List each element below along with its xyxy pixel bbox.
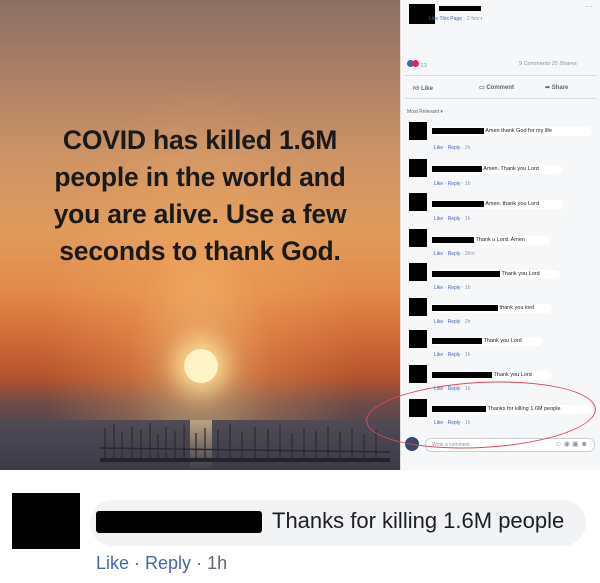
comment-button-label: Comment [486, 85, 515, 91]
commenter-avatar[interactable] [409, 159, 427, 177]
divider [405, 75, 597, 76]
comment-tools-icons[interactable]: ☺◉▣☻ [555, 440, 590, 448]
commenter-avatar[interactable] [409, 298, 427, 316]
comment-actions: Like · Reply · 36m [434, 251, 475, 257]
comment-reply-link[interactable]: Reply [448, 216, 461, 222]
commenter-name-redacted [432, 270, 500, 277]
sun [184, 349, 218, 383]
like-button-label: Like [420, 86, 433, 92]
post-image: COVID has killed 1.6M people in the worl… [0, 0, 400, 470]
zoomed-comment-time: 1h [207, 553, 228, 573]
comment: thank you lord [432, 304, 552, 313]
love-reaction-icon [412, 60, 419, 67]
zoomed-like-link[interactable]: Like [96, 553, 129, 573]
comment-reply-link[interactable]: Reply [448, 319, 461, 325]
comment-text: thank you lord [499, 305, 535, 311]
commenter-avatar[interactable] [409, 229, 427, 247]
comment-actions: Like · Reply · 2h [434, 319, 471, 325]
comment: Thank you Lord [432, 371, 552, 380]
globe-icon: ◐ [480, 16, 484, 22]
like-button[interactable]: 👍︎ Like [413, 84, 433, 92]
comment-time: 1h [464, 216, 471, 222]
comment-time: 2h [464, 319, 471, 325]
thumbs-up-icon: 👍︎ [413, 86, 420, 92]
commenter-name-redacted [432, 304, 498, 311]
comment: Amen. thank you Lord [432, 200, 564, 209]
commenter-avatar[interactable] [409, 193, 427, 211]
comment-time: 2h [464, 145, 471, 151]
more-options-icon[interactable]: ··· [585, 2, 593, 11]
commenter-name-redacted [432, 200, 484, 207]
like-page-link[interactable]: Like This Page [429, 16, 462, 22]
comment-actions: Like · Reply · 1h [434, 352, 471, 358]
comment-like-link[interactable]: Like [434, 145, 443, 151]
comment-reply-link[interactable]: Reply [448, 145, 461, 151]
comment-like-link[interactable]: Like [434, 352, 443, 358]
commenter-name-redacted [432, 337, 482, 344]
comment-time: 1h [464, 181, 471, 187]
commenter-avatar[interactable] [409, 263, 427, 281]
commenter-avatar[interactable] [409, 330, 427, 348]
zoomed-commenter-name-redacted [96, 511, 262, 533]
zoomed-reply-link[interactable]: Reply [145, 553, 191, 573]
comment-like-link[interactable]: Like [434, 251, 443, 257]
comment-text: Thank you Lord [483, 338, 522, 344]
share-icon: ➦ [545, 85, 551, 91]
commenter-avatar[interactable] [409, 365, 427, 383]
comment-time: 36m [464, 251, 475, 257]
comment-text: Amen thank God for my life [485, 128, 552, 134]
comment-text: Thank u Lord. Amen [475, 237, 525, 243]
divider [405, 98, 597, 99]
comment-actions: Like · Reply · 1h [434, 285, 471, 291]
commenter-name-redacted [432, 236, 474, 243]
commenter-name-redacted [432, 371, 492, 378]
commenter-avatar[interactable] [409, 122, 427, 140]
comment-text: Amen. Thank you Lord [483, 166, 539, 172]
comment-like-link[interactable]: Like [434, 319, 443, 325]
comment-text: Thank you Lord [501, 271, 540, 277]
commenter-name-redacted [432, 127, 484, 134]
page-name-redacted [439, 6, 481, 11]
comment-like-link[interactable]: Like [434, 181, 443, 187]
commenter-name-redacted [432, 165, 482, 172]
comment-actions: Like · Reply · 2h [434, 145, 471, 151]
comment: Thank you Lord [432, 270, 560, 279]
comment-reply-link[interactable]: Reply [448, 181, 461, 187]
comment-actions: Like · Reply · 1h [434, 181, 471, 187]
comment-time: 1h [464, 352, 471, 358]
share-button-label: Share [551, 85, 569, 91]
comments-shares-count[interactable]: 9 Comments 25 Shares [519, 61, 577, 67]
comment-reply-link[interactable]: Reply [448, 352, 461, 358]
zoomed-commenter-avatar[interactable] [12, 493, 80, 549]
sort-label: Most Relevant [407, 109, 439, 115]
zoomed-comment-actions: Like · Reply · 1h [96, 553, 228, 573]
comment: Amen thank God for my life [432, 127, 592, 136]
image-caption: COVID has killed 1.6M people in the worl… [53, 125, 347, 266]
comment: Amen. Thank you Lord [432, 165, 562, 174]
comment-time: 1h [464, 285, 471, 291]
comment-text: Amen. thank you Lord [485, 201, 540, 207]
comment: Thank u Lord. Amen [432, 236, 550, 245]
fishing-stakes [100, 423, 390, 462]
comment-actions: Like · Reply · 1h [434, 216, 471, 222]
comment-reply-link[interactable]: Reply [448, 251, 461, 257]
comment-like-link[interactable]: Like [434, 216, 443, 222]
post-time: 2 hrs [466, 16, 479, 22]
comment-like-link[interactable]: Like [434, 285, 443, 291]
reactions-count: 13 [420, 63, 427, 69]
comment-text: Thank you Lord [493, 372, 532, 378]
reactions[interactable]: 13 [407, 60, 427, 69]
comment-button[interactable]: ▭ Comment [479, 84, 514, 91]
comment-icon: ▭ [479, 85, 485, 91]
share-button[interactable]: ➦ Share [545, 84, 568, 91]
comment-reply-link[interactable]: Reply [448, 285, 461, 291]
sort-dropdown[interactable]: Most Relevant ▾ [407, 109, 443, 115]
comment: Thank you Lord [432, 337, 542, 346]
zoomed-comment-text: Thanks for killing 1.6M people [272, 508, 565, 533]
